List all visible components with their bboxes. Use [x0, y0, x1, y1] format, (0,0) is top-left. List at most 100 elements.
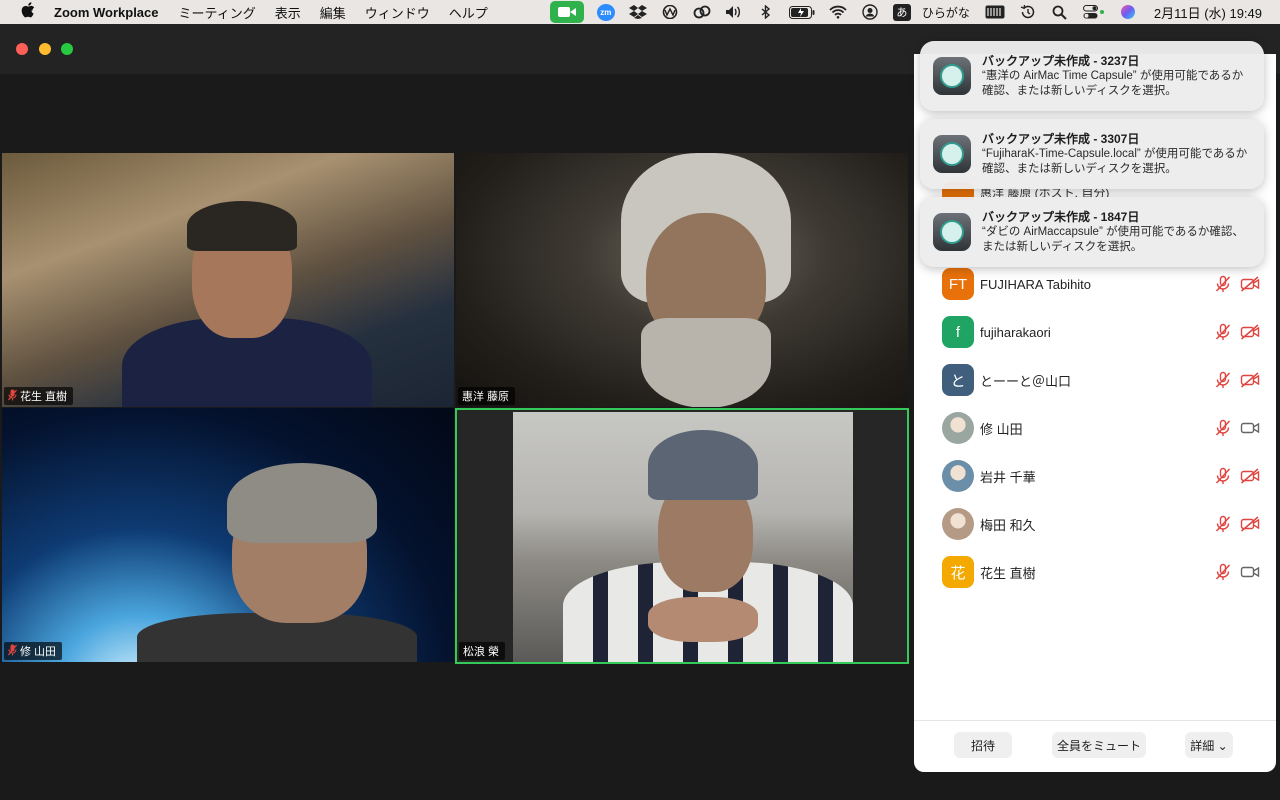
- participant-video-figure: [187, 201, 297, 251]
- participant-row[interactable]: 花花生 直樹: [914, 552, 1276, 592]
- video-off-icon[interactable]: [1240, 323, 1260, 341]
- menu-help[interactable]: ヘルプ: [449, 3, 488, 22]
- menu-bar-clock[interactable]: 2月11日 (水) 19:49: [1154, 3, 1262, 22]
- video-participant-name: 花生 直樹: [20, 391, 68, 403]
- participant-name: 梅田 和久: [980, 517, 1036, 533]
- wifi-icon[interactable]: [829, 2, 847, 22]
- close-window-button[interactable]: [16, 43, 28, 55]
- participants-panel-footer: 招待 全員をミュート 詳細 ⌄: [914, 720, 1276, 772]
- control-center-icon[interactable]: [1082, 2, 1105, 22]
- participant-avatar: 花: [942, 556, 974, 588]
- creative-cloud-icon[interactable]: [693, 2, 711, 22]
- participant-row[interactable]: ととーーと＠山口: [914, 360, 1276, 400]
- participant-video-figure: [227, 463, 377, 543]
- participant-avatar: FT: [942, 268, 974, 300]
- webex-icon[interactable]: [661, 2, 679, 22]
- video-tile[interactable]: 修 山田: [2, 408, 454, 662]
- mic-muted-icon[interactable]: [1214, 371, 1232, 389]
- video-off-icon[interactable]: [1240, 467, 1260, 485]
- invite-button[interactable]: 招待: [954, 732, 1012, 758]
- menu-window[interactable]: ウィンドウ: [365, 3, 430, 22]
- input-method-icon[interactable]: あ: [892, 3, 911, 21]
- mic-muted-icon[interactable]: [1214, 419, 1232, 437]
- zoom-app-icon[interactable]: zm: [596, 3, 615, 21]
- participant-row[interactable]: 修 山田: [914, 408, 1276, 448]
- mute-all-button[interactable]: 全員をミュート: [1052, 732, 1146, 758]
- video-name-tag: 松浪 榮: [459, 642, 506, 660]
- participant-avatar: [942, 508, 974, 540]
- video-name-tag: 花生 直樹: [4, 387, 74, 405]
- minimize-window-button[interactable]: [39, 43, 51, 55]
- video-name-tag: 修 山田: [4, 642, 63, 660]
- spotlight-search-icon[interactable]: [1051, 2, 1069, 22]
- menu-meeting[interactable]: ミーティング: [179, 3, 256, 22]
- participant-name: 花生 直樹: [980, 565, 1036, 581]
- notification-title: バックアップ未作成 - 1847日: [982, 210, 1140, 224]
- video-tile[interactable]: 惠洋 藤原: [456, 153, 908, 407]
- notification-title: バックアップ未作成 - 3237日: [982, 54, 1140, 68]
- more-options-button[interactable]: 詳細 ⌄: [1185, 732, 1233, 758]
- video-name-tag: 惠洋 藤原: [458, 387, 516, 405]
- mic-muted-icon[interactable]: [1214, 275, 1232, 293]
- menu-view[interactable]: 表示: [275, 3, 301, 22]
- participant-avatar: と: [942, 364, 974, 396]
- video-on-icon[interactable]: [1240, 419, 1260, 437]
- video-off-icon[interactable]: [1240, 275, 1260, 293]
- time-machine-app-icon: [933, 57, 971, 95]
- participant-avatar: [942, 412, 974, 444]
- participant-avatar: [942, 460, 974, 492]
- mic-muted-icon[interactable]: [1214, 323, 1232, 341]
- video-off-icon[interactable]: [1240, 515, 1260, 533]
- participant-name: fujiharakaori: [980, 324, 1051, 340]
- menu-bar: Zoom Workplace ミーティング 表示 編集 ウィンドウ ヘルプ zm: [0, 0, 1280, 24]
- notification-body: “FujiharaK-Time-Capsule.local” が使用可能であるか…: [982, 148, 1248, 175]
- participant-video-figure: [648, 597, 758, 642]
- fullscreen-window-button[interactable]: [61, 43, 73, 55]
- video-tile[interactable]: 花生 直樹: [2, 153, 454, 407]
- participant-name: 岩井 千華: [980, 469, 1036, 485]
- video-participant-name: 修 山田: [20, 646, 57, 658]
- siri-icon[interactable]: [1119, 2, 1137, 22]
- mic-muted-icon[interactable]: [1214, 563, 1232, 581]
- user-account-icon[interactable]: [861, 2, 879, 22]
- mic-muted-icon: [7, 389, 18, 404]
- notification-body: “ダビの AirMaccapsule” が使用可能であるか確認、または新しいディ…: [982, 226, 1244, 253]
- video-off-icon[interactable]: [1240, 371, 1260, 389]
- time-machine-app-icon: [933, 135, 971, 173]
- input-method-label[interactable]: ひらがな: [922, 4, 970, 21]
- app-name-menu[interactable]: Zoom Workplace: [54, 5, 159, 20]
- menu-edit[interactable]: 編集: [320, 3, 346, 22]
- dropbox-icon[interactable]: [628, 2, 647, 22]
- apple-menu-icon[interactable]: [18, 2, 38, 22]
- bluetooth-icon[interactable]: [757, 2, 775, 22]
- zoom-video-status-icon[interactable]: [549, 1, 584, 23]
- video-participant-name: 惠洋 藤原: [462, 391, 510, 403]
- participant-video-figure: [648, 430, 758, 500]
- video-gallery: 花生 直樹 惠洋 藤原 修 山田 松浪 榮: [0, 74, 912, 800]
- backup-notification[interactable]: バックアップ未作成 - 3307日 “FujiharaK-Time-Capsul…: [920, 119, 1264, 189]
- notification-body: “惠洋の AirMac Time Capsule” が使用可能であるか確認、また…: [982, 70, 1244, 97]
- mic-muted-icon[interactable]: [1214, 467, 1232, 485]
- volume-icon[interactable]: [725, 2, 743, 22]
- participant-row[interactable]: 梅田 和久: [914, 504, 1276, 544]
- backup-notification[interactable]: バックアップ未作成 - 3237日 “惠洋の AirMac Time Capsu…: [920, 41, 1264, 111]
- time-machine-icon[interactable]: [1019, 2, 1037, 22]
- participant-row[interactable]: f fujiharakaori: [914, 312, 1276, 352]
- keyboard-icon[interactable]: [985, 2, 1005, 22]
- participant-name: FUJIHARA Tabihito: [980, 276, 1092, 292]
- participant-video-figure: [641, 318, 771, 407]
- notification-title: バックアップ未作成 - 3307日: [982, 132, 1140, 146]
- mic-muted-icon: [7, 644, 18, 659]
- backup-notification[interactable]: バックアップ未作成 - 1847日 “ダビの AirMaccapsule” が使…: [920, 197, 1264, 267]
- participant-avatar: f: [942, 316, 974, 348]
- video-participant-name: 松浪 榮: [463, 646, 500, 658]
- participant-name: とーーと＠山口: [980, 373, 1072, 389]
- video-on-icon[interactable]: [1240, 563, 1260, 581]
- participant-row[interactable]: 岩井 千華: [914, 456, 1276, 496]
- video-feed: [513, 412, 853, 662]
- battery-icon[interactable]: [788, 2, 815, 22]
- active-speaker-video-tile[interactable]: 松浪 榮: [455, 408, 909, 664]
- participant-name: 修 山田: [980, 421, 1023, 437]
- mic-muted-icon[interactable]: [1214, 515, 1232, 533]
- participant-row[interactable]: FT FUJIHARA Tabihito: [914, 264, 1276, 304]
